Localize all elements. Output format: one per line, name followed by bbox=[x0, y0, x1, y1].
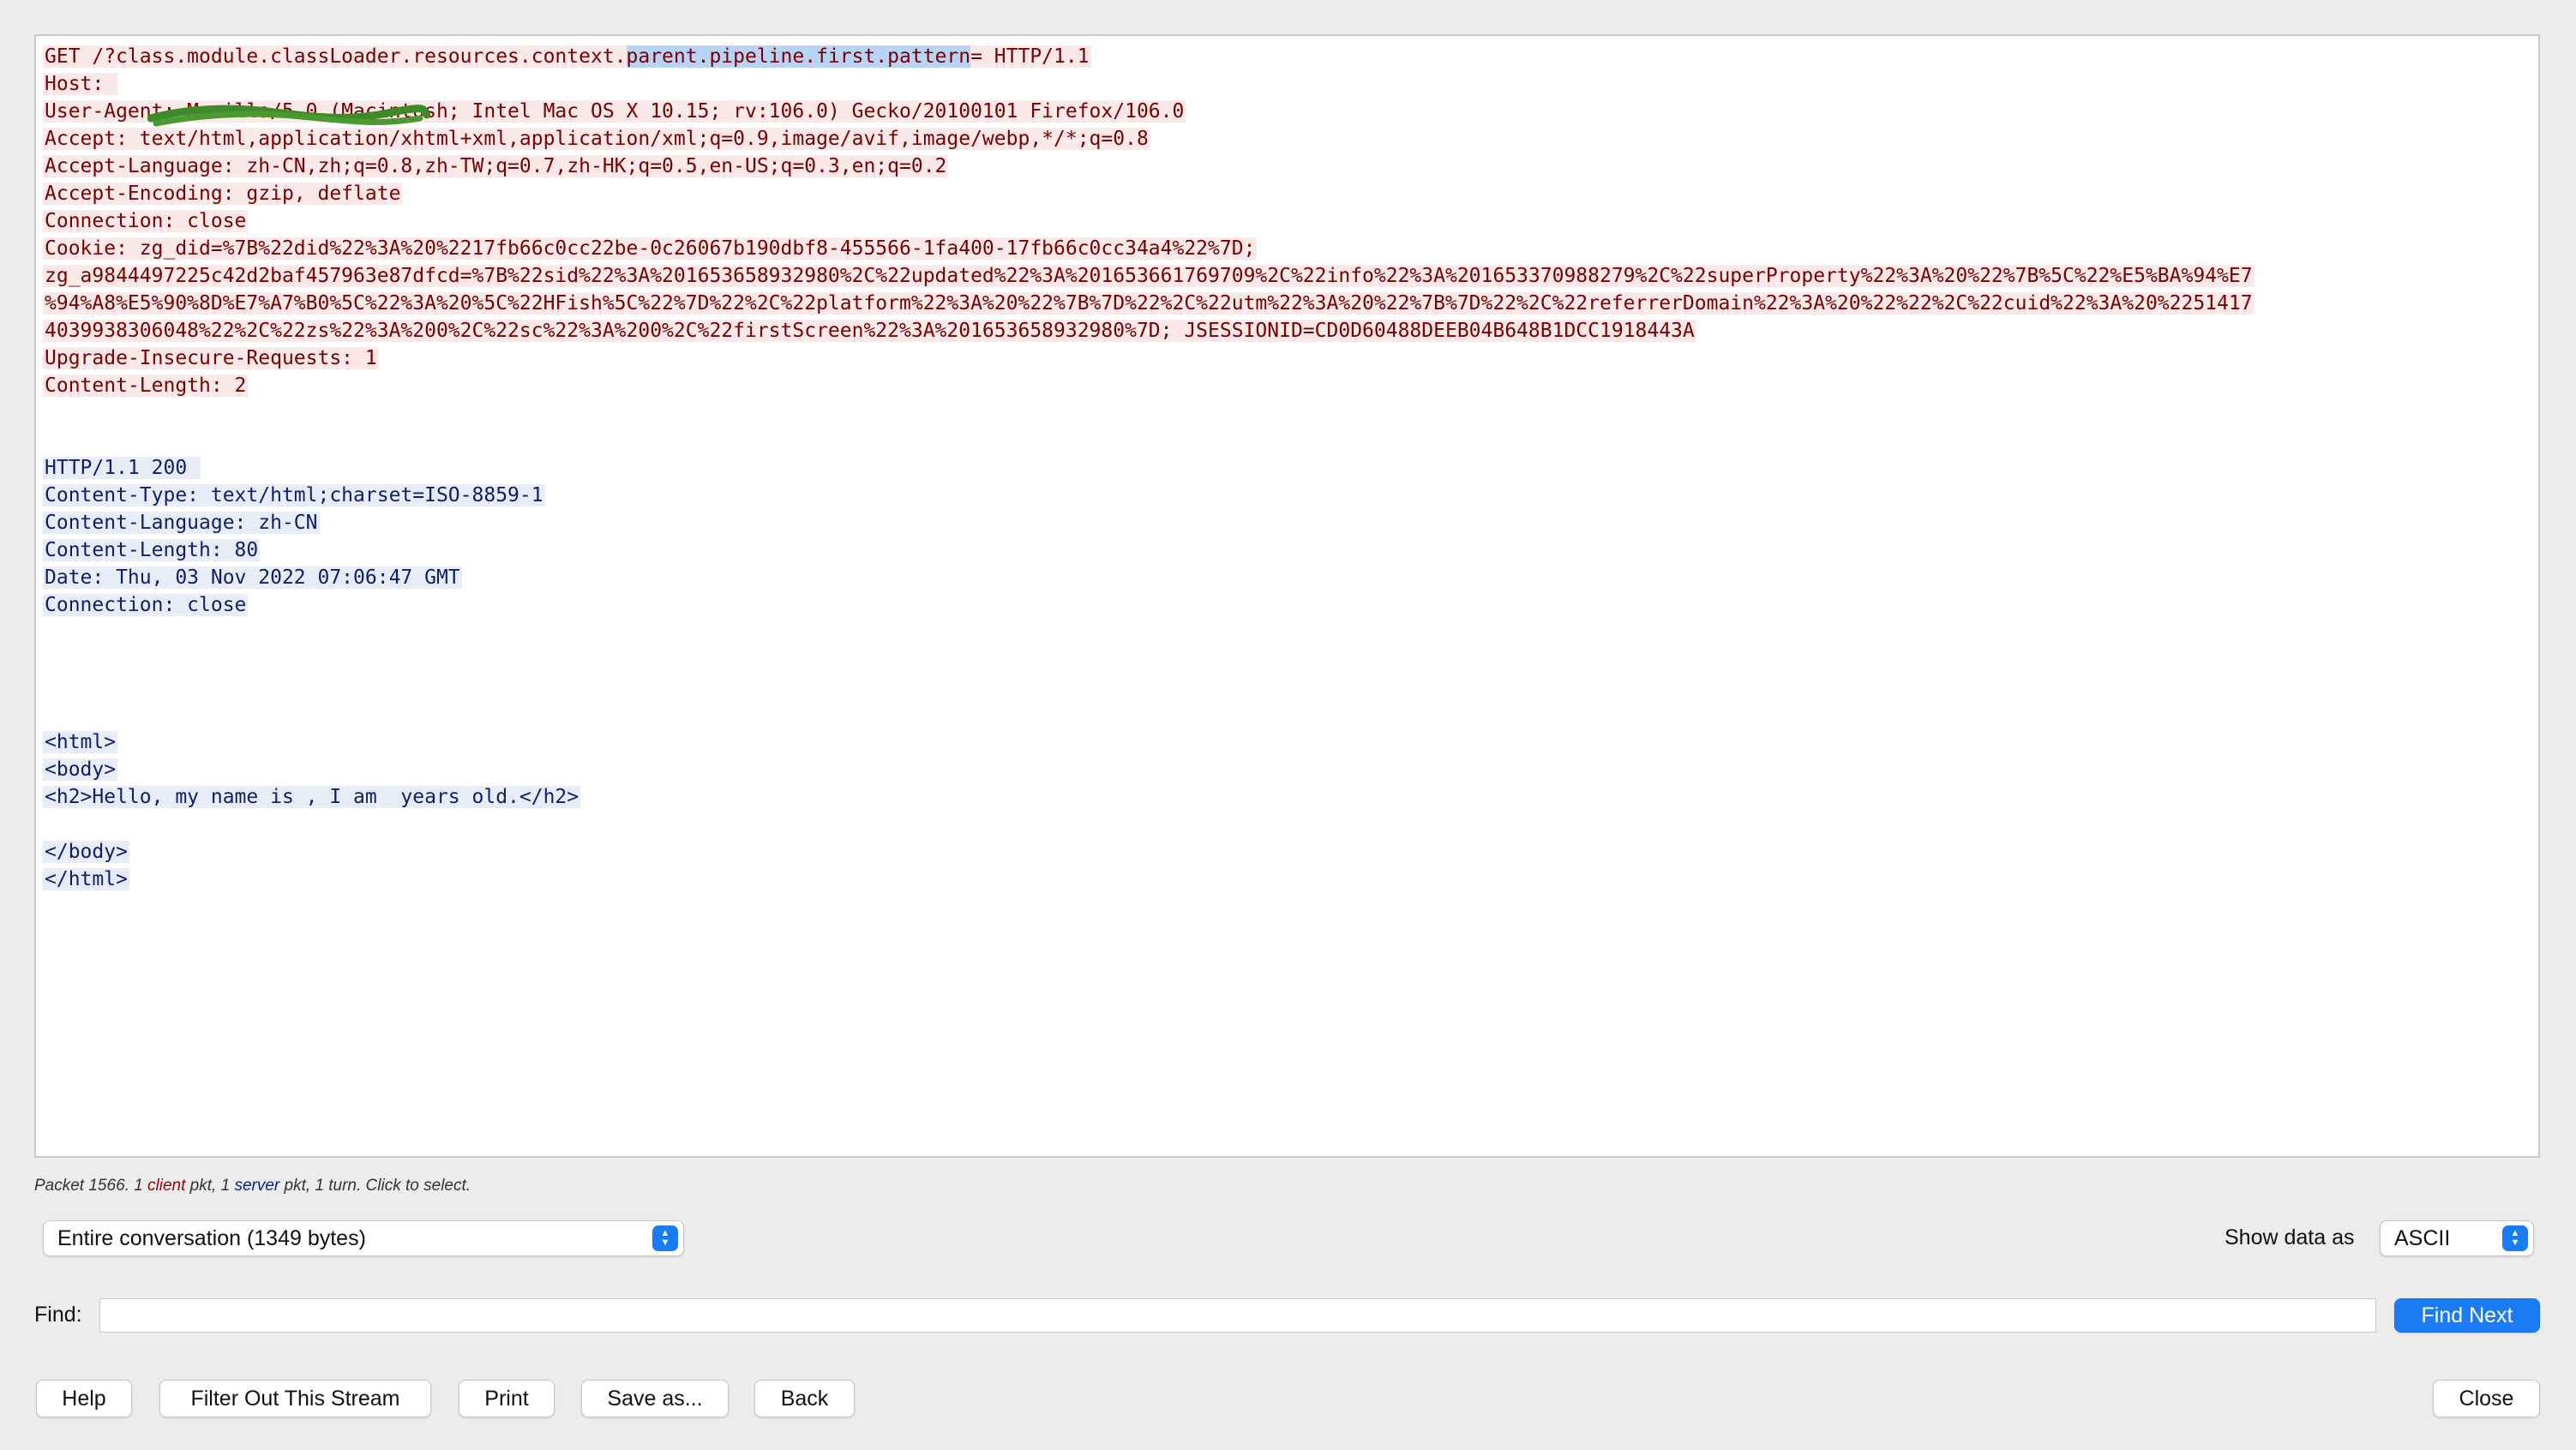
status-prefix: Packet 1566. 1 bbox=[34, 1177, 148, 1195]
request-line: 4039938306048%22%2C%22zs%22%3A%200%2C%22… bbox=[43, 317, 2538, 345]
response-content-length: Content-Length: 80 bbox=[43, 539, 261, 561]
body-h2: <h2>Hello, my name is , I am years old.<… bbox=[43, 786, 581, 808]
request-get-version: = HTTP/1.1 bbox=[970, 45, 1090, 68]
body-line: </html> bbox=[43, 866, 2538, 893]
request-line-get: GET /?class.module.classLoader.resources… bbox=[43, 43, 2538, 70]
request-line: Upgrade-Insecure-Requests: 1 bbox=[43, 345, 2538, 372]
response-status: HTTP/1.1 200 bbox=[43, 457, 201, 479]
request-line: Accept-Encoding: gzip, deflate bbox=[43, 180, 2538, 207]
chevron-updown-icon: ▲ ▼ bbox=[652, 1225, 678, 1251]
response-line: HTTP/1.1 200 bbox=[43, 454, 2538, 482]
request-host: Host: bbox=[43, 73, 118, 95]
request-accept-encoding: Accept-Encoding: gzip, deflate bbox=[43, 183, 403, 205]
response-line: Date: Thu, 03 Nov 2022 07:06:47 GMT bbox=[43, 564, 2538, 591]
show-data-select[interactable]: ASCII ▲ ▼ bbox=[2380, 1220, 2534, 1256]
help-button[interactable]: Help bbox=[36, 1380, 132, 1417]
print-button[interactable]: Print bbox=[459, 1380, 555, 1417]
request-cookie-cont-3: 4039938306048%22%2C%22zs%22%3A%200%2C%22… bbox=[43, 320, 1696, 342]
close-button[interactable]: Close bbox=[2433, 1380, 2540, 1417]
response-line: Connection: close bbox=[43, 591, 2538, 619]
find-label: Find: bbox=[34, 1303, 82, 1327]
find-next-button[interactable]: Find Next bbox=[2394, 1298, 2540, 1333]
save-as-button[interactable]: Save as... bbox=[581, 1380, 729, 1417]
response-content-language: Content-Language: zh-CN bbox=[43, 512, 320, 534]
request-line: Accept-Language: zh-CN,zh;q=0.8,zh-TW;q=… bbox=[43, 153, 2538, 180]
status-suffix: pkt, 1 turn. Click to select. bbox=[279, 1177, 471, 1195]
stream-content-pane[interactable]: GET /?class.module.classLoader.resources… bbox=[34, 34, 2540, 1158]
request-line: %94%A8%E5%90%8D%E7%A7%B0%5C%22%3A%20%5C%… bbox=[43, 290, 2538, 317]
selected-text: parent.pipeline.first.pattern bbox=[626, 45, 971, 68]
request-cookie-cont-2: %94%A8%E5%90%8D%E7%A7%B0%5C%22%3A%20%5C%… bbox=[43, 292, 2255, 315]
request-content-length: Content-Length: 2 bbox=[43, 374, 249, 397]
status-client-word: client bbox=[147, 1177, 186, 1195]
body-line: </body> bbox=[43, 838, 2538, 866]
body-line: <body> bbox=[43, 756, 2538, 783]
back-button[interactable]: Back bbox=[754, 1380, 855, 1417]
status-server-word: server bbox=[234, 1177, 280, 1195]
response-content-type: Content-Type: text/html;charset=ISO-8859… bbox=[43, 484, 545, 506]
show-data-value: ASCII bbox=[2394, 1225, 2451, 1250]
request-line: zg_a9844497225c42d2baf457963e87dfcd=%7B%… bbox=[43, 262, 2538, 290]
filter-out-stream-button[interactable]: Filter Out This Stream bbox=[159, 1380, 431, 1417]
request-get-path: GET /?class.module.classLoader.resources… bbox=[45, 45, 627, 68]
show-data-label: Show data as bbox=[2225, 1225, 2355, 1249]
request-line-host: Host: bbox=[43, 70, 2538, 98]
request-line: Content-Length: 2 bbox=[43, 372, 2538, 399]
body-html-close: </html> bbox=[43, 868, 129, 890]
body-body-close: </body> bbox=[43, 841, 129, 863]
status-middle: pkt, 1 bbox=[185, 1177, 235, 1195]
request-cookie-cont-1: zg_a9844497225c42d2baf457963e87dfcd=%7B%… bbox=[43, 265, 2255, 287]
request-line: Connection: close bbox=[43, 207, 2538, 235]
chevron-updown-icon: ▲ ▼ bbox=[2502, 1225, 2528, 1251]
body-html-open: <html> bbox=[43, 731, 118, 753]
request-cookie: Cookie: zg_did=%7B%22did%22%3A%20%2217fb… bbox=[43, 237, 1258, 260]
body-line: <h2>Hello, my name is , I am years old.<… bbox=[43, 783, 2538, 811]
body-line: <html> bbox=[43, 728, 2538, 756]
response-line: Content-Type: text/html;charset=ISO-8859… bbox=[43, 482, 2538, 509]
request-line: Cookie: zg_did=%7B%22did%22%3A%20%2217fb… bbox=[43, 235, 2538, 262]
find-input[interactable] bbox=[99, 1298, 2376, 1333]
response-line: Content-Language: zh-CN bbox=[43, 509, 2538, 536]
packet-status-text: Packet 1566. 1 client pkt, 1 server pkt,… bbox=[34, 1177, 471, 1195]
response-date: Date: Thu, 03 Nov 2022 07:06:47 GMT bbox=[43, 566, 462, 589]
request-upgrade-insecure: Upgrade-Insecure-Requests: 1 bbox=[43, 347, 379, 369]
conversation-select[interactable]: Entire conversation (1349 bytes) ▲ ▼ bbox=[43, 1220, 684, 1256]
request-connection: Connection: close bbox=[43, 210, 249, 232]
body-body-open: <body> bbox=[43, 758, 118, 781]
request-accept-language: Accept-Language: zh-CN,zh;q=0.8,zh-TW;q=… bbox=[43, 155, 949, 177]
response-connection: Connection: close bbox=[43, 594, 249, 616]
redaction-scribble bbox=[147, 105, 430, 127]
response-line: Content-Length: 80 bbox=[43, 536, 2538, 564]
conversation-select-value: Entire conversation (1349 bytes) bbox=[57, 1225, 366, 1250]
